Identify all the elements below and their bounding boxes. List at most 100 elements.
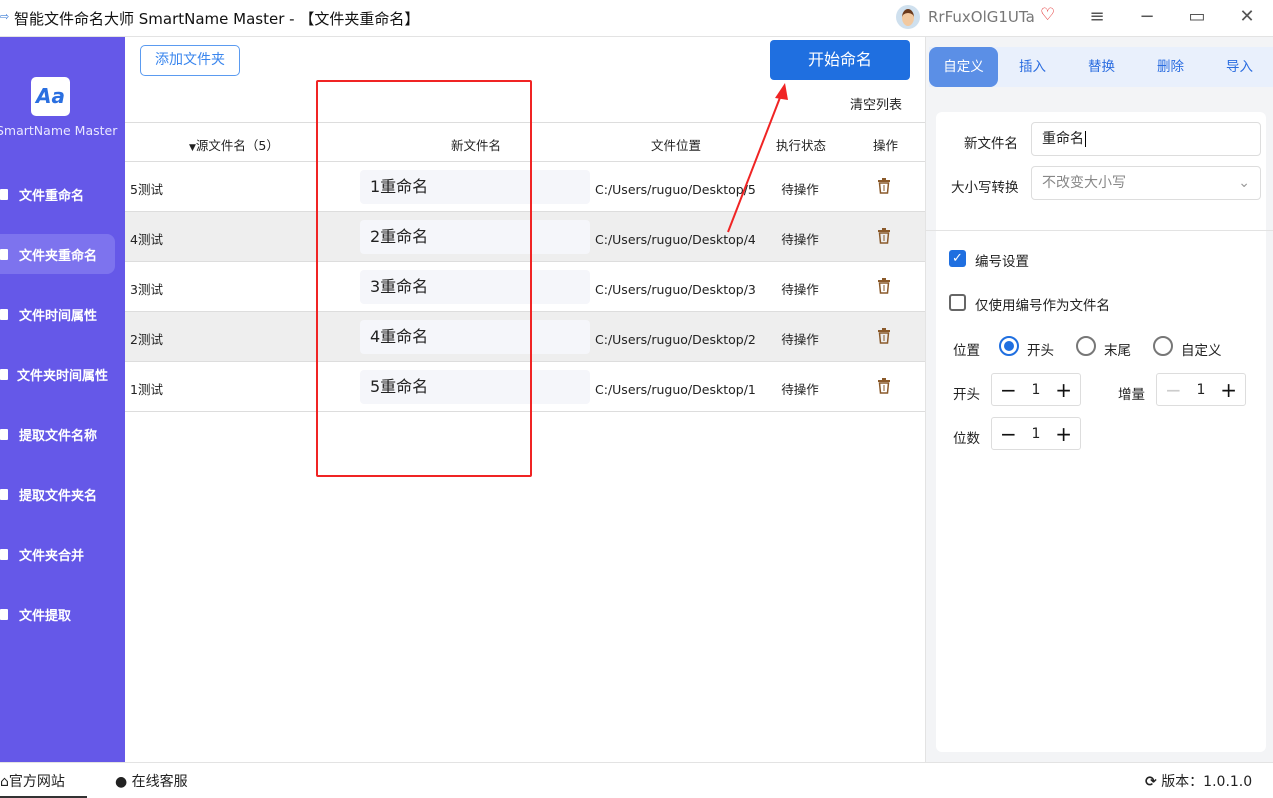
nav-label: 文件夹合并 [19,548,85,564]
file-icon [0,188,8,200]
digits-label: 位数 [953,431,980,447]
nav-folder-time[interactable]: 文件夹时间属性 [0,354,115,394]
file-icon [0,248,8,260]
position-custom-label: 自定义 [1181,343,1222,359]
start-value: 1 [1031,381,1041,398]
minus-icon[interactable]: − [1000,422,1017,446]
tab-import[interactable]: 导入 [1205,47,1273,87]
start-label: 开头 [953,387,980,403]
trash-icon[interactable] [877,378,891,394]
window-title: 智能文件命名大师 SmartName Master - 【文件夹重命名】 [14,10,420,28]
file-icon [0,608,8,620]
file-location: C:/Users/ruguo/Desktop/5测试 [595,182,755,197]
only-number-label: 仅使用编号作为文件名 [975,298,1110,314]
status-bar: ⌂官方网站 ● 在线客服 ⟳ 版本：1.0.1.0 [0,762,1273,798]
position-start-label: 开头 [1027,343,1054,359]
refresh-icon: ⟳ [1145,774,1157,790]
nav-label: 文件提取 [19,608,72,624]
position-custom-radio[interactable] [1153,336,1173,356]
menu-icon[interactable]: ≡ [1085,6,1109,27]
nav-folder-merge[interactable]: 文件夹合并 [0,534,115,574]
only-number-checkbox[interactable] [949,294,966,311]
username[interactable]: RrFuxOlG1UTa [928,8,1035,26]
nav-label: 文件夹重命名 [19,248,98,264]
new-name-label: 新文件名 [964,136,1018,152]
file-icon [0,308,8,320]
position-end-radio[interactable] [1076,336,1096,356]
plus-icon[interactable]: + [1055,378,1072,402]
status-text: 待操作 [781,382,819,397]
sort-source-header[interactable]: ▼源文件名（5） [189,135,279,154]
digits-stepper[interactable]: −1 + [991,417,1081,450]
source-name: 2测试 [130,332,163,347]
app-icon: ⇨ [0,10,10,23]
trash-icon[interactable] [877,228,891,244]
plus-icon[interactable]: + [1055,422,1072,446]
nav-extract-filename[interactable]: 提取文件名称 [0,414,115,454]
source-name: 4测试 [130,232,163,247]
annotation-box [316,80,532,477]
text-cursor [1085,131,1086,147]
plus-icon[interactable]: + [1220,378,1237,402]
increment-label: 增量 [1118,387,1145,403]
start-rename-button[interactable]: 开始命名 [770,40,910,80]
tab-bar: 自定义 插入 替换 删除 导入 [929,47,1273,87]
title-bar: ⇨ 智能文件命名大师 SmartName Master - 【文件夹重命名】 R… [0,0,1273,37]
divider [926,230,1273,231]
version-info[interactable]: ⟳ 版本：1.0.1.0 [1145,771,1252,791]
case-select[interactable]: 不改变大小写 ⌄ [1031,166,1261,200]
header-action: 操作 [873,138,899,153]
file-location: C:/Users/ruguo/Desktop/4测试 [595,232,755,247]
status-text: 待操作 [781,232,819,247]
vip-icon[interactable]: ♡ [1040,5,1055,25]
file-location: C:/Users/ruguo/Desktop/3测试 [595,282,755,297]
source-name: 3测试 [130,282,163,297]
header-source: 源文件名（5） [195,138,279,153]
increment-stepper[interactable]: −1 + [1156,373,1246,406]
close-button[interactable]: ✕ [1235,6,1259,27]
file-icon [0,428,8,440]
tab-insert[interactable]: 插入 [998,47,1067,87]
nav-label: 提取文件夹名 [19,488,98,504]
new-name-value: 重命名 [1042,131,1084,147]
minus-icon[interactable]: − [1000,378,1017,402]
start-stepper[interactable]: −1 + [991,373,1081,406]
nav-file-rename[interactable]: 文件重命名 [0,174,115,214]
tab-custom[interactable]: 自定义 [929,47,998,87]
website-label: 官方网站 [8,774,65,790]
minimize-button[interactable]: − [1135,6,1159,27]
position-start-radio[interactable] [999,336,1019,356]
file-icon [0,368,8,380]
case-value: 不改变大小写 [1042,175,1126,191]
settings-card: 新文件名 重命名 大小写转换 不改变大小写 ⌄ ✓ 编号设置 仅使用编号作为文件名… [926,112,1273,752]
nav-file-time[interactable]: 文件时间属性 [0,294,115,334]
trash-icon[interactable] [877,278,891,294]
nav-label: 文件夹时间属性 [17,368,109,384]
tab-delete[interactable]: 删除 [1136,47,1205,87]
settings-panel: 自定义 插入 替换 删除 导入 新文件名 重命名 大小写转换 不改变大小写 ⌄ ✓… [925,37,1273,762]
numbering-checkbox[interactable]: ✓ [949,250,966,267]
sidebar: Aa SmartName Master 文件重命名 文件夹重命名 文件时间属性 … [0,37,125,762]
file-icon [0,548,8,560]
support-link[interactable]: ● 在线客服 [115,771,188,791]
trash-icon[interactable] [877,178,891,194]
digits-value: 1 [1031,425,1041,442]
chevron-down-icon: ⌄ [1238,175,1250,191]
nav-file-extract[interactable]: 文件提取 [0,594,115,634]
user-avatar[interactable] [896,5,920,29]
logo-text: SmartName Master [0,123,118,138]
trash-icon[interactable] [877,328,891,344]
new-name-input[interactable]: 重命名 [1031,122,1261,156]
app-logo: Aa [31,77,70,116]
website-link[interactable]: ⌂官方网站 [0,771,87,798]
tab-replace[interactable]: 替换 [1067,47,1136,87]
add-folder-button[interactable]: 添加文件夹 [140,45,240,76]
maximize-button[interactable]: ▭ [1185,6,1209,27]
case-label: 大小写转换 [951,180,1019,196]
version-label: 版本：1.0.1.0 [1161,774,1253,790]
nav-extract-foldername[interactable]: 提取文件夹名 [0,474,115,514]
home-icon: ⌂ [0,774,9,790]
minus-icon[interactable]: − [1165,378,1182,402]
clear-list-button[interactable]: 清空列表 [850,94,902,113]
nav-folder-rename[interactable]: 文件夹重命名 [0,234,115,274]
